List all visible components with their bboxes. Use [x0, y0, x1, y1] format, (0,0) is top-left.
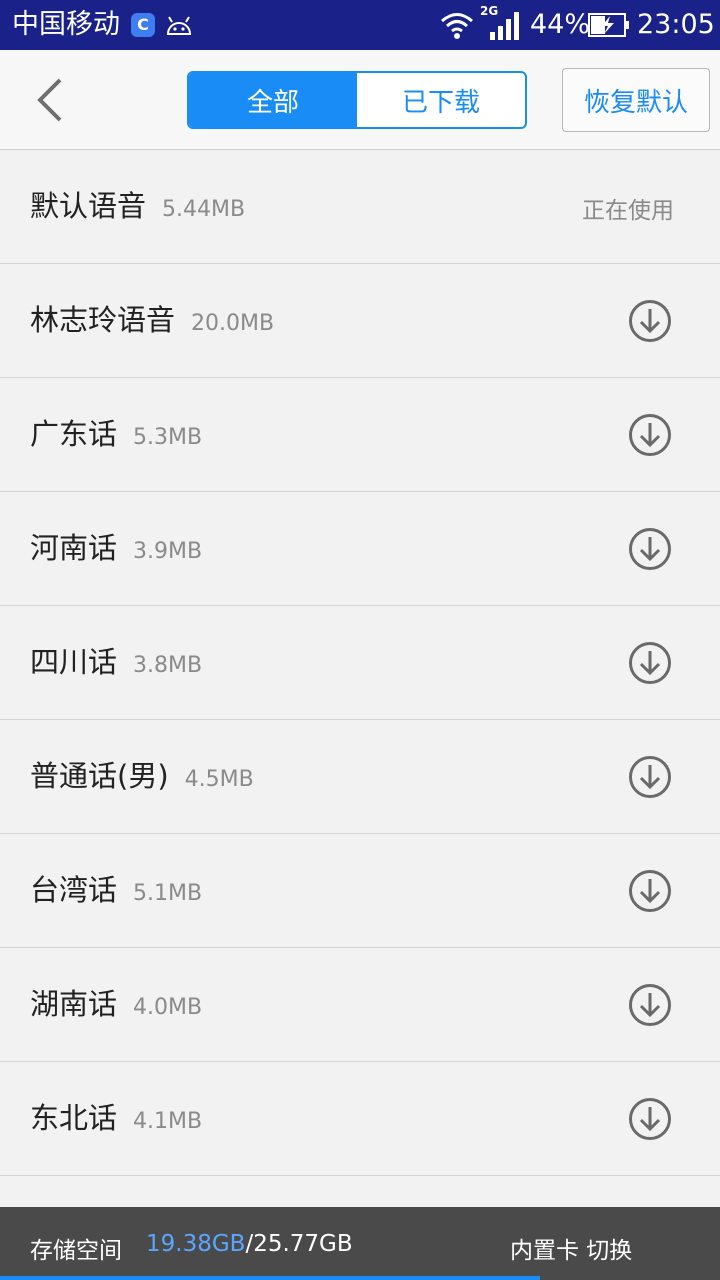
back-arrow-icon[interactable]	[28, 74, 76, 126]
voice-size: 4.0MB	[133, 995, 203, 1020]
voice-name: 广东话	[30, 417, 118, 451]
storage-usage: 19.38GB/25.77GB	[146, 1231, 353, 1257]
list-item[interactable]: 默认语音 5.44MB 正在使用	[0, 150, 720, 264]
list-item[interactable]: 四川话 3.8MB	[0, 606, 720, 720]
list-item[interactable]: 台湾话 5.1MB	[0, 834, 720, 948]
status-bar: 中国移动 C 2G 44% 23:05	[0, 0, 720, 50]
voice-size: 4.5MB	[184, 767, 254, 792]
list-item[interactable]: 河南话 3.9MB	[0, 492, 720, 606]
restore-default-button[interactable]: 恢复默认	[562, 68, 710, 132]
voice-size: 5.1MB	[133, 881, 203, 906]
download-icon[interactable]	[628, 299, 672, 343]
download-icon[interactable]	[628, 527, 672, 571]
carrier-app-icon: C	[131, 13, 155, 37]
list-item[interactable]: 普通话(男) 4.5MB	[0, 720, 720, 834]
in-use-status: 正在使用	[582, 198, 674, 224]
download-icon[interactable]	[628, 869, 672, 913]
list-item[interactable]: 湖南话 4.0MB	[0, 948, 720, 1062]
wifi-icon	[441, 13, 473, 39]
voice-size: 4.1MB	[133, 1109, 203, 1134]
voice-name: 四川话	[30, 645, 118, 679]
voice-name: 东北话	[30, 1101, 118, 1135]
voice-name: 普通话(男)	[30, 759, 169, 793]
tab-downloaded[interactable]: 已下载	[357, 73, 525, 127]
top-toolbar: 全部 已下载 恢复默认	[0, 50, 720, 150]
voice-name: 台湾话	[30, 873, 118, 907]
download-icon[interactable]	[628, 983, 672, 1027]
voice-name: 湖南话	[30, 987, 118, 1021]
clock: 23:05	[637, 9, 715, 40]
filter-segmented-control: 全部 已下载	[187, 71, 527, 129]
tab-all[interactable]: 全部	[189, 73, 357, 127]
voice-pack-list: 默认语音 5.44MB 正在使用 林志玲语音 20.0MB 广东话 5.3MB 河南话…	[0, 150, 720, 1176]
voice-size: 5.3MB	[133, 425, 203, 450]
download-icon[interactable]	[628, 641, 672, 685]
storage-label: 存储空间	[30, 1238, 122, 1264]
voice-name: 河南话	[30, 531, 118, 565]
voice-size: 20.0MB	[191, 311, 275, 336]
signal-icon	[490, 12, 519, 40]
storage-footer: 存储空间 19.38GB/25.77GB 内置卡 切换	[0, 1207, 720, 1280]
carrier-name: 中国移动	[12, 9, 120, 40]
voice-size: 3.8MB	[133, 653, 203, 678]
storage-total: /25.77GB	[245, 1231, 353, 1257]
battery-charging-icon	[588, 13, 629, 37]
switch-storage-button[interactable]: 内置卡 切换	[510, 1231, 632, 1265]
list-item[interactable]: 广东话 5.3MB	[0, 378, 720, 492]
download-icon[interactable]	[628, 1097, 672, 1141]
storage-progress-bar	[0, 1276, 540, 1280]
download-icon[interactable]	[628, 755, 672, 799]
battery-percent: 44%	[530, 9, 591, 40]
voice-size: 5.44MB	[162, 197, 246, 222]
list-item[interactable]: 东北话 4.1MB	[0, 1062, 720, 1176]
storage-used: 19.38GB	[146, 1231, 246, 1257]
download-icon[interactable]	[628, 413, 672, 457]
list-item[interactable]: 林志玲语音 20.0MB	[0, 264, 720, 378]
voice-size: 3.9MB	[133, 539, 203, 564]
voice-name: 林志玲语音	[30, 303, 176, 337]
android-debug-icon	[166, 16, 192, 35]
voice-name: 默认语音	[30, 189, 147, 223]
